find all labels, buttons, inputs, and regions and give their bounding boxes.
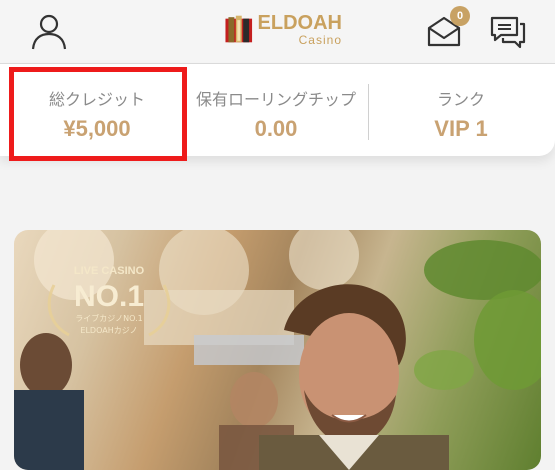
rolling-chip-value: 0.00 xyxy=(254,116,298,141)
highlight-box xyxy=(9,67,187,161)
banner-badge-sub2: ELDOAHカジノ xyxy=(80,326,137,335)
rolling-chip-stat: 保有ローリングチップ 0.00 xyxy=(190,64,362,156)
rank-label: ランク xyxy=(436,90,485,109)
logo[interactable]: ELDOAH Casino xyxy=(224,8,342,50)
user-icon[interactable] xyxy=(28,10,70,52)
banner-image: LIVE CASINO NO.1 ライブカジノNO.1 ELDOAHカジノ xyxy=(14,230,541,470)
promo-banner[interactable]: LIVE CASINO NO.1 ライブカジノNO.1 ELDOAHカジノ xyxy=(14,230,541,470)
logo-subtitle: Casino xyxy=(298,32,342,47)
rank-value: VIP 1 xyxy=(434,116,488,141)
banner-badge-sub1: ライブカジノNO.1 xyxy=(75,313,142,323)
rolling-chip-label: 保有ローリングチップ xyxy=(195,90,356,109)
banner-badge-main: NO.1 xyxy=(74,280,144,313)
notification-badge: 0 xyxy=(450,6,470,26)
stat-divider xyxy=(368,84,369,140)
logo-title: ELDOAH xyxy=(257,11,342,34)
top-bar: ELDOAH Casino 0 xyxy=(0,0,555,64)
chat-icon[interactable] xyxy=(488,12,528,52)
logo-mark-icon xyxy=(225,15,253,43)
banner-badge-top: LIVE CASINO xyxy=(74,265,145,277)
rank-stat: ランク VIP 1 xyxy=(372,64,550,156)
